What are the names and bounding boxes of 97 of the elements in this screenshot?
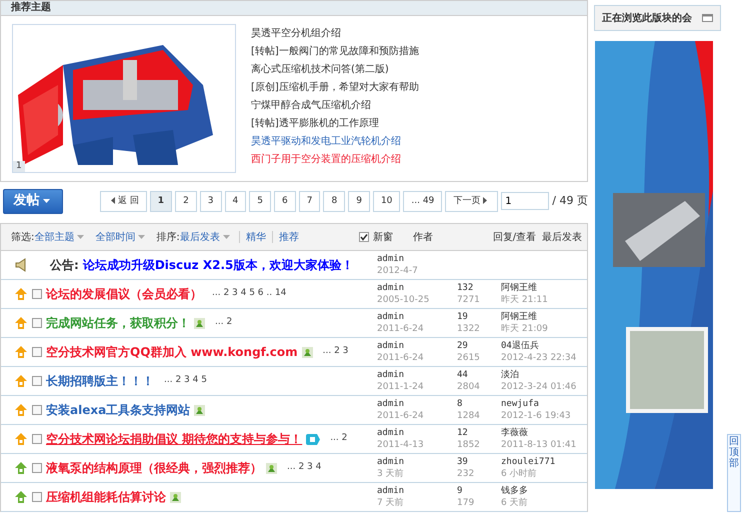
last-poster[interactable]: 李薇薇 <box>501 427 576 439</box>
post-date: 2012-4-7 <box>377 265 419 277</box>
announcement-label: 公告: <box>50 257 79 274</box>
post-date: 2011-4-13 <box>377 439 425 451</box>
page-link[interactable]: 10 <box>372 190 400 212</box>
page-links[interactable]: ... 2 3 <box>322 345 348 359</box>
page-links[interactable]: ... 2 <box>330 432 348 446</box>
post-date: 2005-10-25 <box>377 294 430 306</box>
post-date: 2011-6-24 <box>377 352 425 364</box>
author-name[interactable]: admin <box>377 282 457 294</box>
post-date: 2011-6-24 <box>377 323 425 335</box>
view-count: 1852 <box>457 439 481 451</box>
thread-title[interactable]: 空分技术网官方QQ群加入 www.kongf.com <box>46 343 298 361</box>
sort-dropdown[interactable]: 最后发表 <box>180 230 233 244</box>
page-links[interactable]: ... 2 3 4 5 <box>164 374 207 388</box>
reply-count: 12 <box>457 427 469 439</box>
post-date: 2011-6-24 <box>377 410 425 422</box>
page-links[interactable]: ... 2 3 4 5 6 .. 14 <box>212 287 286 301</box>
page-link[interactable]: ... 49 <box>403 190 442 212</box>
column-header: 作者 <box>412 230 433 244</box>
page-links[interactable]: ... 2 <box>215 316 232 330</box>
thread-title[interactable]: 论坛成功升级Discuz X2.5版本，欢迎大家体验！ <box>82 256 354 274</box>
column-header: 最后发表 <box>542 230 582 244</box>
reply-count: 9 <box>457 485 464 497</box>
view-count: 2804 <box>457 381 481 393</box>
post-date: 2011-1-24 <box>377 381 425 393</box>
last-poster[interactable]: 阿钢王维 <box>501 282 548 294</box>
page-link[interactable]: 1 <box>150 190 172 212</box>
page-link[interactable]: 8 <box>323 190 346 212</box>
author-name[interactable]: admin <box>377 456 457 468</box>
topic-link[interactable]: [转帖]透平膨胀机的工作原理 <box>251 117 419 131</box>
page-link[interactable]: 5 <box>249 190 271 212</box>
last-poster[interactable]: 阿钢王维 <box>501 311 548 323</box>
page-input[interactable]: 1 <box>501 192 550 210</box>
thread-title[interactable]: 压缩机组能耗估算讨论 <box>46 488 166 506</box>
topic-link[interactable]: 离心式压缩机技术问答(第二版) <box>251 63 419 77</box>
reply-count: 19 <box>457 311 469 323</box>
panel-title: 推荐主题 <box>1 1 587 16</box>
topic-link[interactable]: [原创]压缩机手册，希望对大家有帮助 <box>251 81 419 95</box>
post-date: 3 天前 <box>377 468 405 480</box>
thread-title[interactable]: 安装alexa工具条支持网站 <box>46 401 190 419</box>
last-poster[interactable]: newjufa <box>501 398 571 410</box>
reply-count: 39 <box>457 456 469 468</box>
page-link[interactable]: 9 <box>348 190 370 212</box>
post-button[interactable]: 发帖 <box>3 188 63 214</box>
author-name[interactable]: admin <box>377 427 457 439</box>
last-poster[interactable]: 04退伍兵 <box>501 340 576 352</box>
author-name[interactable]: admin <box>377 369 457 381</box>
last-poster[interactable]: 钱多多 <box>501 485 528 497</box>
thread-title[interactable]: 空分技术网论坛捐助倡议 期待您的支持与参与！ <box>46 430 302 448</box>
page-link[interactable]: 2 <box>175 190 197 212</box>
reply-count: 8 <box>457 398 464 410</box>
thread-title[interactable]: 长期招聘版主！！！ <box>46 372 154 390</box>
reply-count: 44 <box>457 369 469 381</box>
author-name[interactable]: admin <box>377 311 457 323</box>
page-links[interactable]: ... 2 3 4 <box>287 461 322 475</box>
page-total: / 49 页 <box>552 192 588 209</box>
view-count: 232 <box>457 468 476 480</box>
post-date: 7 天前 <box>377 497 405 509</box>
filter-dropdown[interactable]: 全部主题 <box>34 230 88 244</box>
view-count: 2615 <box>457 352 481 364</box>
back-to-top-button[interactable]: 回顶部 <box>727 434 741 512</box>
author-name[interactable]: admin <box>377 340 457 352</box>
view-count: 7271 <box>457 294 481 306</box>
view-count: 179 <box>457 497 476 509</box>
last-poster[interactable]: zhoulei771 <box>501 456 556 468</box>
author-name[interactable]: admin <box>377 485 457 497</box>
topic-link[interactable]: 昊透平驱动和发电工业汽轮机介绍 <box>251 135 419 149</box>
topic-link[interactable]: 西门子用于空分装置的压缩机介绍 <box>251 153 419 167</box>
thread-title[interactable]: 论坛的发展倡议（会员必看） <box>46 285 202 303</box>
back-link[interactable]: 返 回 <box>100 190 147 212</box>
view-count: 1284 <box>457 410 481 422</box>
topic-link[interactable]: [转帖]一般阀门的常见故障和预防措施 <box>251 45 419 59</box>
sidebar-title: 正在浏览此版块的会 <box>602 12 692 26</box>
thread-title[interactable]: 液氧泵的结构原理（很经典，强烈推荐） <box>46 459 262 477</box>
reply-count: 132 <box>457 282 474 294</box>
sort-label: 排序: <box>156 230 180 244</box>
page-link[interactable]: 6 <box>274 190 296 212</box>
page-link[interactable]: 4 <box>224 190 246 212</box>
filter-label: 筛选: <box>11 230 34 244</box>
reply-count: 29 <box>457 340 469 352</box>
last-poster[interactable]: 淡泊 <box>501 369 576 381</box>
filter-link[interactable]: 推荐 <box>278 230 299 244</box>
new-window-checkbox[interactable]: 新窗 <box>358 230 393 244</box>
thread-title[interactable]: 完成网站任务，获取积分！ <box>46 314 190 332</box>
column-header: 回复/查看 <box>492 230 536 244</box>
topic-link[interactable]: 昊透平空分机组介绍 <box>251 27 419 41</box>
author-name[interactable]: admin <box>377 398 457 410</box>
filter-dropdown[interactable]: 全部时间 <box>95 230 148 244</box>
topic-link[interactable]: 宁煤甲醇合成气压缩机介绍 <box>251 99 419 113</box>
page-link[interactable]: 3 <box>200 190 222 212</box>
page-link[interactable]: 7 <box>298 190 320 212</box>
slide-number[interactable]: 1 <box>13 161 25 172</box>
filter-link[interactable]: 精华 <box>246 230 266 244</box>
author-name[interactable]: admin <box>377 253 457 265</box>
view-count: 1322 <box>457 323 481 335</box>
next-page-link[interactable]: 下一页 <box>445 190 498 212</box>
